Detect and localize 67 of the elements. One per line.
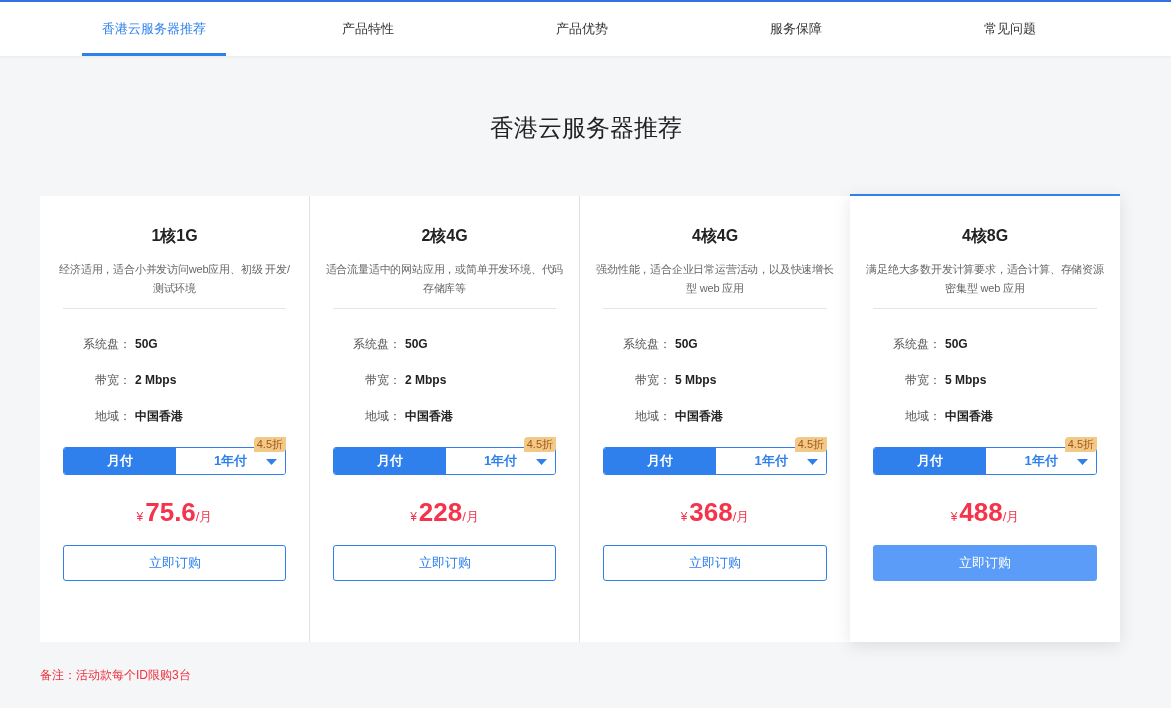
price-unit: /月 <box>732 509 750 526</box>
order-button[interactable]: 立即订购 <box>873 545 1097 581</box>
note-text: 备注：活动款每个ID限购3台 <box>40 667 192 684</box>
spec-label: 带宽： <box>634 372 671 389</box>
currency-symbol: ¥ <box>680 509 688 526</box>
spec-label: 地域： <box>634 408 671 425</box>
nav-tab[interactable]: 产品优势 <box>510 2 654 56</box>
plan-description: 强劲性能，适合企业日常运营活动，以及快速增长型 web 应用 <box>595 262 835 296</box>
order-button[interactable]: 立即订购 <box>63 545 286 581</box>
caret-icon <box>1077 459 1088 465</box>
spec-label: 带宽： <box>94 372 131 389</box>
plan-name: 2核4G <box>420 226 469 246</box>
spec-value: 50G <box>945 336 968 353</box>
spec-label: 地域： <box>364 408 401 425</box>
spec-value: 2 Mbps <box>405 372 447 389</box>
spec-value: 5 Mbps <box>945 372 987 389</box>
plan-name: 4核8G <box>960 226 1010 246</box>
spec-value: 50G <box>405 336 428 353</box>
caret-icon <box>807 459 818 465</box>
order-button[interactable]: 立即订购 <box>603 545 827 581</box>
nav-tab[interactable]: 产品特性 <box>296 2 440 56</box>
price-unit: /月 <box>1002 509 1020 526</box>
billing-option[interactable]: 月付 <box>334 448 446 474</box>
plan-description: 满足绝大多数开发计算要求，适合计算、存储资源密集型 web 应用 <box>865 262 1105 296</box>
nav-tab[interactable]: 常见问题 <box>938 2 1082 56</box>
billing-option[interactable]: 月付 <box>64 448 176 474</box>
section-title: 香港云服务器推荐 <box>488 113 683 143</box>
spec-label: 地域： <box>904 408 941 425</box>
currency-symbol: ¥ <box>410 509 417 526</box>
spec-value: 中国香港 <box>405 408 453 425</box>
plan-name: 4核4G <box>690 226 740 246</box>
billing-option[interactable]: 月付 <box>604 448 716 474</box>
spec-value: 中国香港 <box>675 408 723 425</box>
spec-value: 50G <box>135 336 158 353</box>
discount-badge: 4.5折 <box>523 437 556 452</box>
order-button[interactable]: 立即订购 <box>333 545 556 581</box>
spec-label: 带宽： <box>364 372 401 389</box>
spec-value: 50G <box>675 336 698 353</box>
currency-symbol: ¥ <box>136 509 144 526</box>
price: 368 <box>689 496 733 529</box>
nav-tab[interactable]: 服务保障 <box>724 2 868 56</box>
plan-description: 适合流量适中的网站应用，或简单开发环境、代码存储库等 <box>325 262 564 296</box>
spec-value: 2 Mbps <box>135 372 177 389</box>
spec-label: 带宽： <box>904 372 941 389</box>
plan-name: 1核1G <box>150 226 199 246</box>
caret-icon <box>266 459 277 465</box>
caret-icon <box>536 459 547 465</box>
spec-label: 系统盘： <box>622 336 671 353</box>
discount-badge: 4.5折 <box>794 437 827 452</box>
price: 228 <box>418 496 463 529</box>
spec-label: 系统盘： <box>892 336 941 353</box>
discount-badge: 4.5折 <box>253 437 286 452</box>
spec-label: 系统盘： <box>352 336 401 353</box>
price: 488 <box>959 496 1003 529</box>
nav-tab[interactable]: 香港云服务器推荐 <box>82 2 226 56</box>
discount-badge: 4.5折 <box>1064 437 1097 452</box>
currency-symbol: ¥ <box>950 509 958 526</box>
billing-option[interactable]: 月付 <box>874 448 986 474</box>
spec-value: 中国香港 <box>945 408 993 425</box>
plan-description: 经济适用，适合小并发访问web应用、初级 开发/测试环境 <box>58 262 291 296</box>
spec-label: 地域： <box>94 408 131 425</box>
spec-label: 系统盘： <box>82 336 131 353</box>
price-unit: /月 <box>195 509 213 526</box>
spec-value: 中国香港 <box>135 408 183 425</box>
spec-value: 5 Mbps <box>675 372 717 389</box>
price-unit: /月 <box>462 509 479 526</box>
price: 75.6 <box>145 496 196 529</box>
